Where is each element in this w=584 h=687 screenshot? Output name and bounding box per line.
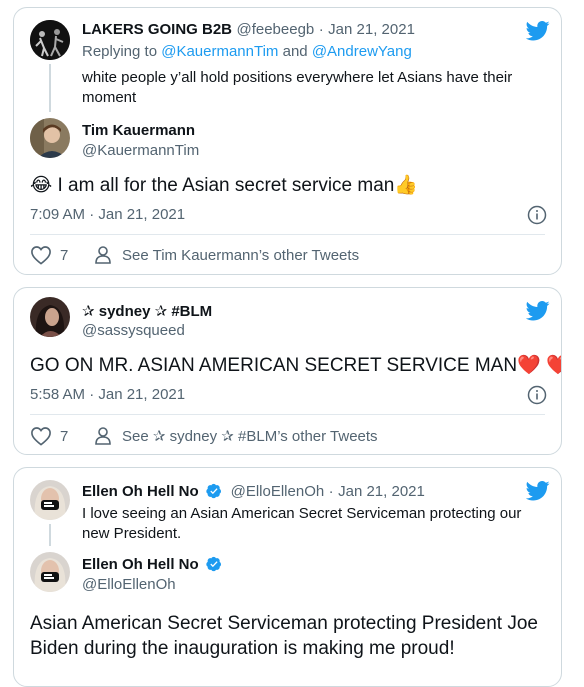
author-handle[interactable]: @ElloEllenOh <box>231 483 325 500</box>
tweet-text: 😂 I am all for the Asian secret service … <box>30 173 418 198</box>
verified-badge-icon <box>206 483 222 499</box>
tweet-text-body: I am all for the Asian secret service ma… <box>57 175 395 196</box>
mention-link[interactable]: @AndrewYang <box>312 43 412 60</box>
author-handle[interactable]: @sassysqueed <box>82 322 185 339</box>
author-name[interactable]: ✰ sydney ✰ #BLM <box>82 302 212 320</box>
replying-and: and <box>282 43 308 60</box>
author-name[interactable]: LAKERS GOING B2B <box>82 21 232 38</box>
divider <box>30 234 545 235</box>
replying-label: Replying to <box>82 43 158 60</box>
avatar[interactable] <box>30 297 70 337</box>
tweet-date[interactable]: Jan 21, 2021 <box>328 21 415 38</box>
tweet-text: GO ON MR. ASIAN AMERICAN SECRET SERVICE … <box>30 353 561 378</box>
tweet-timestamp[interactable]: 5:58 AM · Jan 21, 2021 <box>30 386 185 403</box>
author-handle[interactable]: @feebeegb <box>236 21 314 38</box>
heart-icon <box>31 427 51 446</box>
parent-tweet-text: I love seeing an Asian American Secret S… <box>82 505 522 542</box>
avatar[interactable] <box>30 118 70 158</box>
parent-tweet-text: white people y’all hold positions everyw… <box>82 69 513 106</box>
like-button[interactable]: 7 <box>30 245 68 265</box>
avatar[interactable] <box>30 480 70 520</box>
thread-line <box>49 524 51 546</box>
info-icon[interactable] <box>527 385 547 405</box>
avatar[interactable] <box>30 552 70 592</box>
like-count: 7 <box>60 246 69 264</box>
author-name[interactable]: Ellen Oh Hell No <box>82 556 199 573</box>
verified-badge-icon <box>206 556 222 572</box>
see-other-tweets-label: See ✰ sydney ✰ #BLM’s other Tweets <box>122 428 378 445</box>
dot-separator: · <box>328 483 334 500</box>
author-name[interactable]: Tim Kauermann <box>82 122 195 139</box>
mention-link[interactable]: @KauermannTim <box>161 43 278 60</box>
heart-icon <box>31 246 51 265</box>
emoji: ❤️ ❤️ <box>517 355 561 376</box>
tweet-card[interactable]: LAKERS GOING B2B @feebeegb · Jan 21, 202… <box>13 7 562 275</box>
see-other-tweets-label: See Tim Kauermann’s other Tweets <box>122 246 360 264</box>
author-handle[interactable]: @ElloEllenOh <box>82 576 176 593</box>
person-icon <box>95 246 111 264</box>
see-other-tweets-link[interactable]: See ✰ sydney ✰ #BLM’s other Tweets <box>94 426 378 446</box>
avatar[interactable] <box>30 20 70 60</box>
tweet-timestamp[interactable]: 7:09 AM · Jan 21, 2021 <box>30 206 185 223</box>
emoji: 👍 <box>394 175 419 196</box>
tweet-date[interactable]: Jan 21, 2021 <box>338 483 425 500</box>
tweet-card[interactable]: Ellen Oh Hell No @ElloEllenOh · Jan 21, … <box>13 467 562 687</box>
author-name[interactable]: Ellen Oh Hell No <box>82 483 199 500</box>
twitter-bird-icon[interactable] <box>526 301 550 321</box>
like-button[interactable]: 7 <box>30 426 68 446</box>
divider <box>30 414 545 415</box>
author-handle[interactable]: @KauermannTim <box>82 142 199 159</box>
tweet-text: Asian American Secret Serviceman protect… <box>30 613 538 659</box>
info-icon[interactable] <box>527 205 547 225</box>
twitter-bird-icon[interactable] <box>526 21 550 41</box>
thread-line <box>49 64 51 112</box>
replying-to: Replying to @KauermannTim and @AndrewYan… <box>82 43 412 60</box>
tweet-card[interactable]: ✰ sydney ✰ #BLM @sassysqueed GO ON MR. A… <box>13 287 562 455</box>
like-count: 7 <box>60 427 69 445</box>
see-other-tweets-link[interactable]: See Tim Kauermann’s other Tweets <box>94 245 359 265</box>
tweet-text-body: GO ON MR. ASIAN AMERICAN SECRET SERVICE … <box>30 355 518 376</box>
emoji: 😂 <box>30 175 53 196</box>
dot-separator: · <box>318 21 324 38</box>
twitter-bird-icon[interactable] <box>526 481 550 501</box>
person-icon <box>95 427 111 445</box>
